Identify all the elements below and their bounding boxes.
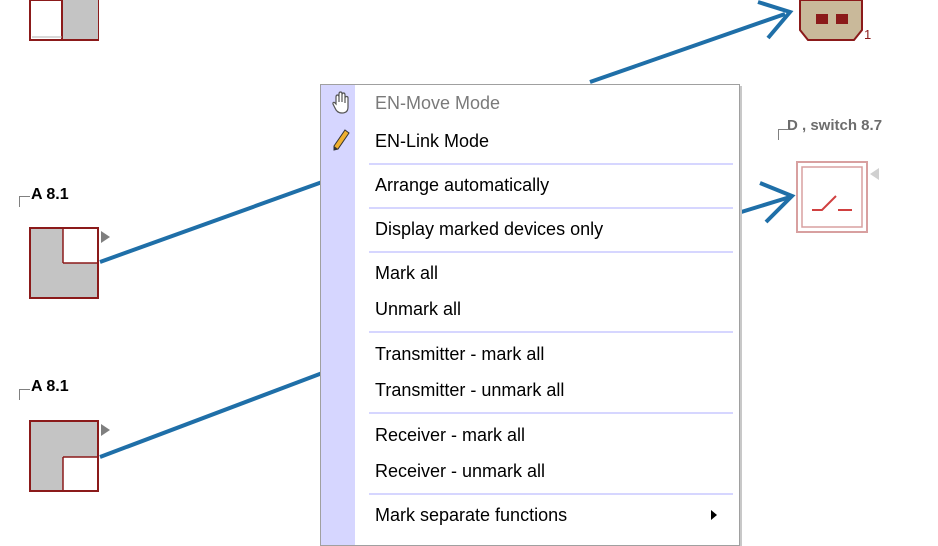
menu-item-receiver-mark-all[interactable]: Receiver - mark all — [355, 417, 735, 453]
device-checkbox[interactable] — [19, 389, 30, 400]
menu-item-receiver-unmark-all[interactable]: Receiver - unmark all — [355, 453, 735, 489]
pencil-icon — [333, 129, 350, 151]
menu-item-arrange-automatically[interactable]: Arrange automatically — [355, 167, 735, 203]
menu-separator — [369, 493, 733, 495]
device-checkbox[interactable] — [778, 129, 789, 140]
menu-separator — [369, 331, 733, 333]
menu-item-label: Mark separate functions — [375, 505, 568, 525]
menu-item-display-marked-only[interactable]: Display marked devices only — [355, 211, 735, 247]
output-connector-icon[interactable] — [101, 231, 110, 243]
menu-item-mark-separate-functions[interactable]: Mark separate functions — [355, 497, 735, 533]
menu-item-unmark-all[interactable]: Unmark all — [355, 291, 735, 327]
link-line — [589, 12, 786, 84]
menu-separator — [369, 251, 733, 253]
menu-separator — [369, 412, 733, 414]
device-label: A 8.1 — [31, 186, 69, 203]
output-connector-icon[interactable] — [101, 424, 110, 436]
device-top-right[interactable] — [799, 0, 863, 41]
link-line — [99, 370, 326, 459]
menu-icon-gutter — [321, 85, 355, 545]
menu-item-mark-all[interactable]: Mark all — [355, 255, 735, 291]
device-label: D , switch 8.7 — [787, 117, 883, 134]
device-a81-first[interactable] — [29, 227, 99, 299]
menu-separator — [369, 163, 733, 165]
input-connector-icon[interactable] — [870, 168, 879, 180]
menu-item-transmitter-unmark-all[interactable]: Transmitter - unmark all — [355, 372, 735, 408]
device-switch[interactable] — [796, 161, 868, 233]
menu-item-transmitter-mark-all[interactable]: Transmitter - mark all — [355, 336, 735, 372]
device-checkbox[interactable] — [19, 196, 30, 207]
menu-item-en-move-mode[interactable]: EN-Move Mode — [355, 85, 735, 121]
device-index-badge: 1 — [864, 27, 872, 42]
menu-separator — [369, 207, 733, 209]
context-menu: EN-Move Mode EN-Link Mode Arrange automa… — [320, 84, 740, 546]
device-label: A 8.1 — [31, 378, 69, 395]
menu-item-en-link-mode[interactable]: EN-Link Mode — [355, 123, 735, 159]
device-top-left[interactable] — [29, 0, 99, 41]
submenu-arrow-icon — [711, 510, 717, 520]
hand-icon — [332, 91, 349, 114]
device-a81-second[interactable] — [29, 420, 99, 492]
link-line — [99, 179, 326, 264]
